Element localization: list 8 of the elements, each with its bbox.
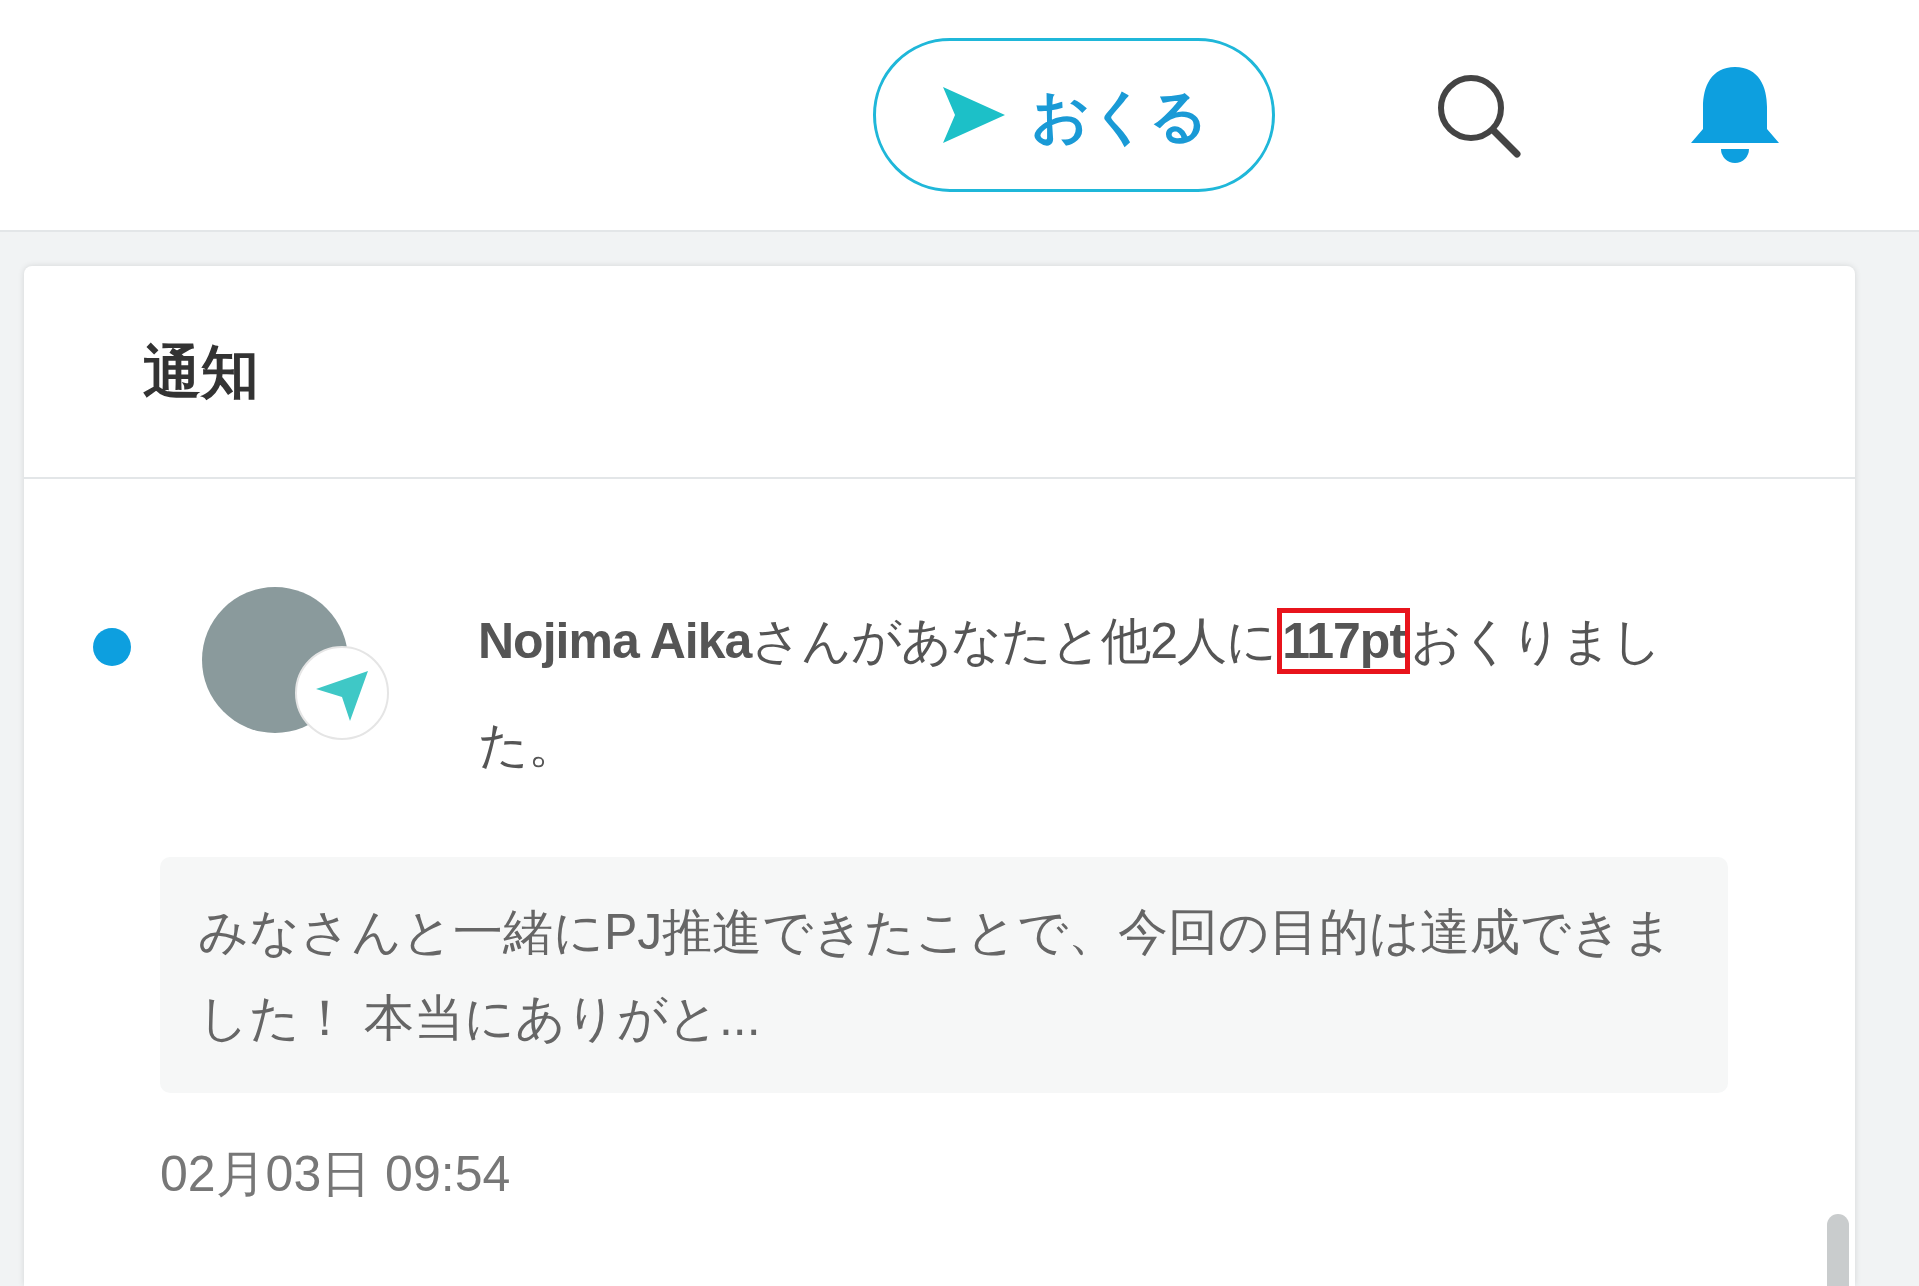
scrollbar-thumb[interactable] — [1827, 1214, 1849, 1286]
send-button[interactable]: おくる — [873, 38, 1275, 192]
notification-message: Nojima Aikaさんがあなたと他2人に 117ptおくりました。 — [478, 589, 1718, 797]
notification-time: 02月03日 09:54 — [160, 1145, 512, 1204]
send-badge-icon — [294, 645, 390, 741]
paper-plane-icon — [940, 85, 1007, 145]
panel-title: 通知 — [143, 338, 259, 406]
message-quote: みなさんと一緒にPJ推進できたことで、今回の目的は達成できました！ 本当にありがと... — [160, 857, 1728, 1093]
